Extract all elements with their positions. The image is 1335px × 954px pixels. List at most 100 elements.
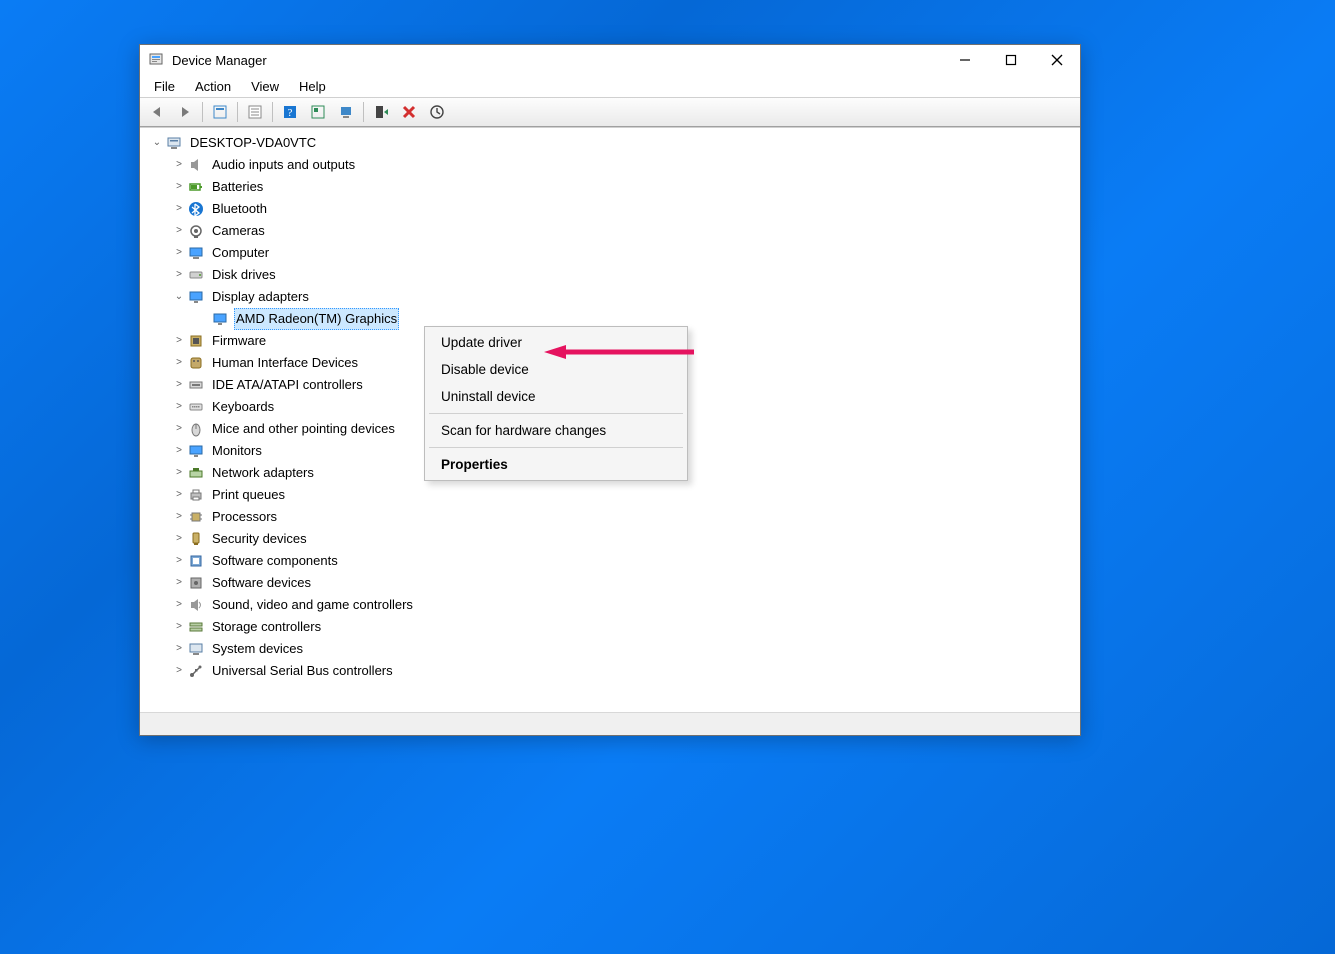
menubar: File Action View Help	[140, 75, 1080, 97]
tree-node-label: Batteries	[210, 176, 265, 198]
tree-node-cat-2[interactable]: > Bluetooth	[146, 198, 1074, 220]
menu-view[interactable]: View	[241, 77, 289, 96]
expander-icon[interactable]: >	[172, 664, 186, 678]
close-button[interactable]	[1034, 45, 1080, 75]
tree-node-cat-15[interactable]: > Processors	[146, 506, 1074, 528]
camera-icon	[188, 223, 204, 239]
expander-icon[interactable]: >	[172, 246, 186, 260]
tree-node-label: Sound, video and game controllers	[210, 594, 415, 616]
ctx-scan-changes[interactable]: Scan for hardware changes	[427, 417, 685, 444]
expander-icon[interactable]: >	[172, 488, 186, 502]
root-icon	[166, 135, 182, 151]
window-controls	[942, 45, 1080, 75]
context-menu: Update driver Disable device Uninstall d…	[424, 326, 688, 481]
tree-node-root[interactable]: ⌄ DESKTOP-VDA0VTC	[146, 132, 1074, 154]
expander-icon[interactable]: >	[172, 598, 186, 612]
tree-node-label: Storage controllers	[210, 616, 323, 638]
back-button[interactable]	[144, 100, 170, 124]
uninstall-button[interactable]	[396, 100, 422, 124]
expander-icon[interactable]: >	[172, 378, 186, 392]
expander-icon[interactable]: >	[172, 620, 186, 634]
tree-node-label: Security devices	[210, 528, 309, 550]
expander-icon[interactable]: >	[172, 642, 186, 656]
expander-icon[interactable]: >	[172, 532, 186, 546]
tree-node-cat-1[interactable]: > Batteries	[146, 176, 1074, 198]
ctx-uninstall-device[interactable]: Uninstall device	[427, 383, 685, 410]
expander-icon[interactable]: >	[172, 444, 186, 458]
window-title: Device Manager	[172, 53, 942, 68]
bluetooth-icon	[188, 201, 204, 217]
tree-node-label: Keyboards	[210, 396, 276, 418]
expander-icon[interactable]: >	[172, 510, 186, 524]
properties-button[interactable]	[242, 100, 268, 124]
expander-icon[interactable]: >	[172, 422, 186, 436]
show-hidden-button[interactable]	[207, 100, 233, 124]
maximize-button[interactable]	[988, 45, 1034, 75]
details-button[interactable]	[305, 100, 331, 124]
ctx-disable-device[interactable]: Disable device	[427, 356, 685, 383]
tree-node-cat-0[interactable]: > Audio inputs and outputs	[146, 154, 1074, 176]
expander-icon[interactable]: ⌄	[150, 136, 164, 150]
monitor-icon	[188, 443, 204, 459]
tree-node-label: Bluetooth	[210, 198, 269, 220]
expander-icon[interactable]: >	[172, 576, 186, 590]
expander-icon[interactable]: >	[172, 466, 186, 480]
tree-node-label: Print queues	[210, 484, 287, 506]
tree-node-label: Universal Serial Bus controllers	[210, 660, 395, 682]
tree-node-label: Disk drives	[210, 264, 278, 286]
expander-icon[interactable]: >	[172, 554, 186, 568]
tree-node-label: Processors	[210, 506, 279, 528]
toolbar-sep	[363, 102, 364, 122]
expander-icon[interactable]: >	[172, 400, 186, 414]
minimize-button[interactable]	[942, 45, 988, 75]
tree-node-label: IDE ATA/ATAPI controllers	[210, 374, 365, 396]
tree-node-label: Network adapters	[210, 462, 316, 484]
cpu-icon	[188, 509, 204, 525]
ctx-update-driver[interactable]: Update driver	[427, 329, 685, 356]
ctx-properties[interactable]: Properties	[427, 451, 685, 478]
expander-icon[interactable]: >	[172, 356, 186, 370]
tree-node-label: DESKTOP-VDA0VTC	[188, 132, 318, 154]
toolbar-sep	[237, 102, 238, 122]
forward-button[interactable]	[172, 100, 198, 124]
tree-node-cat-18[interactable]: > Software devices	[146, 572, 1074, 594]
help-button[interactable]: ?	[277, 100, 303, 124]
tree-node-cat-19[interactable]: > Sound, video and game controllers	[146, 594, 1074, 616]
update-driver-button[interactable]	[424, 100, 450, 124]
scan-hardware-button[interactable]	[333, 100, 359, 124]
tree-node-label: Computer	[210, 242, 271, 264]
expander-icon[interactable]: ⌄	[172, 290, 186, 304]
menu-action[interactable]: Action	[185, 77, 241, 96]
expander-icon[interactable]: >	[172, 224, 186, 238]
menu-file[interactable]: File	[144, 77, 185, 96]
swcomp-icon	[188, 553, 204, 569]
tree-node-label: Audio inputs and outputs	[210, 154, 357, 176]
titlebar: Device Manager	[140, 45, 1080, 75]
network-icon	[188, 465, 204, 481]
tree-node-cat-16[interactable]: > Security devices	[146, 528, 1074, 550]
tree-node-label: Software components	[210, 550, 340, 572]
tree-node-cat-3[interactable]: >Cameras	[146, 220, 1074, 242]
keyboard-icon	[188, 399, 204, 415]
tree-node-cat-17[interactable]: > Software components	[146, 550, 1074, 572]
computer-icon	[188, 245, 204, 261]
expander-icon[interactable]: >	[172, 158, 186, 172]
tree-node-label: Human Interface Devices	[210, 352, 360, 374]
expander-icon[interactable]: >	[172, 180, 186, 194]
enable-device-button[interactable]	[368, 100, 394, 124]
tree-node-cat-6[interactable]: ⌄Display adapters	[146, 286, 1074, 308]
tree-node-label: Monitors	[210, 440, 264, 462]
expander-icon[interactable]: >	[172, 334, 186, 348]
expander-icon[interactable]: >	[172, 268, 186, 282]
tree-node-cat-20[interactable]: > Storage controllers	[146, 616, 1074, 638]
tree-node-cat-4[interactable]: > Computer	[146, 242, 1074, 264]
app-icon	[148, 52, 164, 68]
swdev-icon	[188, 575, 204, 591]
expander-icon[interactable]: >	[172, 202, 186, 216]
tree-node-cat-14[interactable]: > Print queues	[146, 484, 1074, 506]
tree-node-cat-22[interactable]: > Universal Serial Bus controllers	[146, 660, 1074, 682]
menu-help[interactable]: Help	[289, 77, 336, 96]
tree-node-label: Software devices	[210, 572, 313, 594]
tree-node-cat-5[interactable]: > Disk drives	[146, 264, 1074, 286]
tree-node-cat-21[interactable]: >System devices	[146, 638, 1074, 660]
